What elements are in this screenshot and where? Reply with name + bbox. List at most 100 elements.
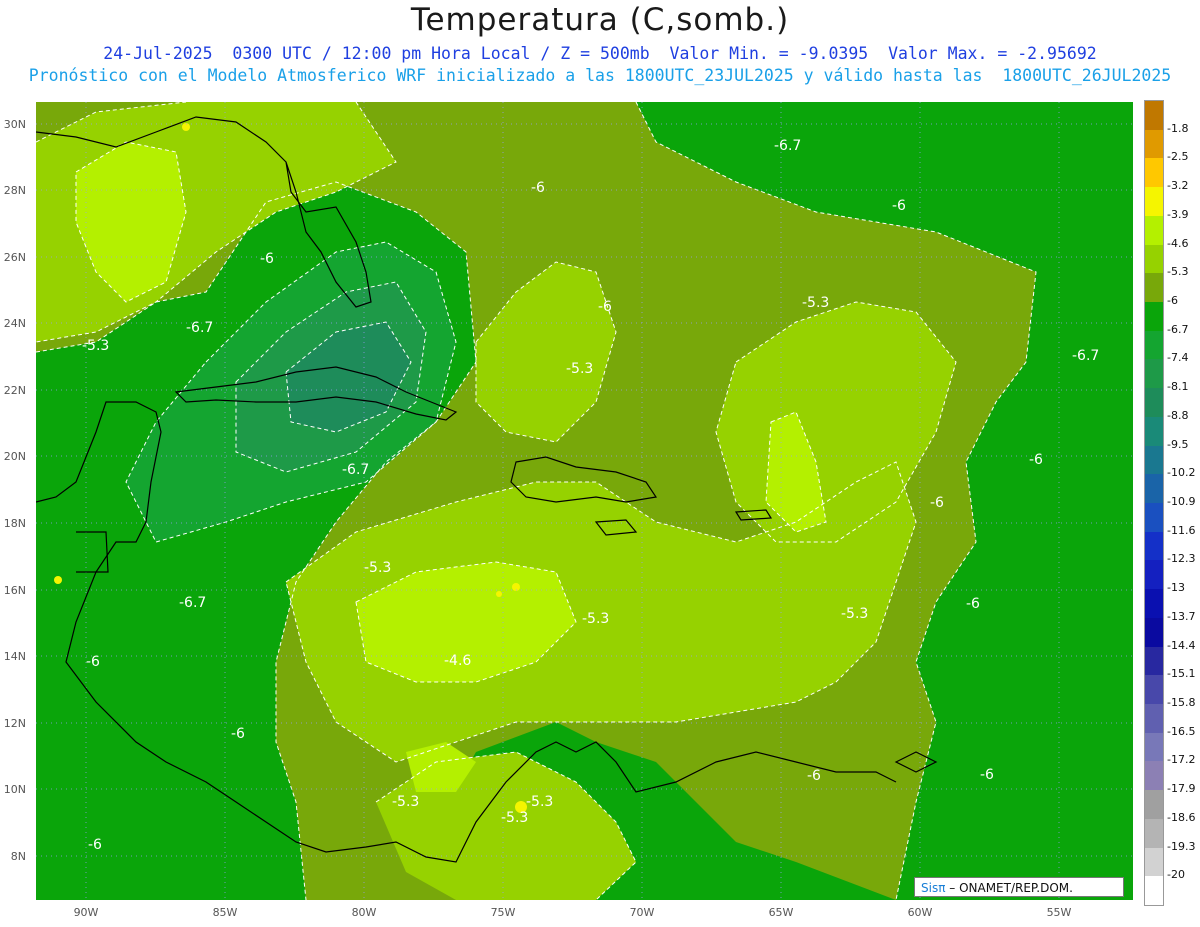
colorbar-swatch bbox=[1145, 330, 1163, 360]
contour-label: -6 bbox=[86, 654, 100, 670]
contour-label: -6 bbox=[88, 837, 102, 853]
colorbar-swatch bbox=[1145, 675, 1163, 705]
lon-label: 70W bbox=[629, 906, 655, 919]
contour-label: -6 bbox=[892, 198, 906, 214]
contour-label: -5.3 bbox=[82, 338, 109, 354]
colorbar-swatch bbox=[1145, 388, 1163, 418]
lon-label: 60W bbox=[907, 906, 933, 919]
colorbar-label: -8.8 bbox=[1167, 408, 1189, 422]
colorbar-label: -19.3 bbox=[1167, 839, 1196, 853]
colorbar-swatch bbox=[1145, 101, 1163, 131]
colorbar bbox=[1144, 100, 1164, 906]
lat-label: 16N bbox=[3, 584, 26, 597]
colorbar-swatch bbox=[1145, 732, 1163, 762]
contour-label: -6.7 bbox=[179, 595, 206, 611]
colorbar-swatch bbox=[1145, 302, 1163, 332]
map-subtitle-valid-time: 24-Jul-2025 0300 UTC / 12:00 pm Hora Loc… bbox=[103, 44, 1097, 63]
colorbar-swatch bbox=[1145, 359, 1163, 389]
colorbar-swatch bbox=[1145, 273, 1163, 303]
colorbar-swatch bbox=[1145, 704, 1163, 734]
lon-label: 90W bbox=[73, 906, 99, 919]
contour-label: -6 bbox=[930, 495, 944, 511]
contour-label: -6 bbox=[980, 767, 994, 783]
colorbar-label: -4.6 bbox=[1167, 236, 1189, 250]
colorbar-swatch bbox=[1145, 818, 1163, 849]
colorbar-swatch bbox=[1145, 589, 1163, 619]
contour-label: -5.3 bbox=[566, 361, 593, 377]
lat-label: 30N bbox=[3, 118, 26, 131]
temperature-map: -6.7 -6 -6 -6 -5.3 -6 -6.7 -5.3 -6.7 -5.… bbox=[36, 102, 1133, 900]
colorbar-swatch bbox=[1145, 646, 1163, 676]
contour-label: -5.3 bbox=[802, 295, 829, 311]
colorbar-swatch bbox=[1145, 129, 1163, 159]
colorbar-label: -6.7 bbox=[1167, 322, 1189, 336]
colorbar-label: -10.2 bbox=[1167, 466, 1196, 480]
lon-label: 85W bbox=[212, 906, 238, 919]
lat-label: 28N bbox=[3, 184, 26, 197]
contour-label: -6 bbox=[231, 726, 245, 742]
colorbar-label: -8.1 bbox=[1167, 380, 1189, 394]
lat-label: 10N bbox=[3, 783, 26, 796]
lat-label: 18N bbox=[3, 517, 26, 530]
contour-label: -6 bbox=[531, 180, 545, 196]
colorbar-label: -7.4 bbox=[1167, 351, 1189, 365]
map-subtitle-model-info: Pronóstico con el Modelo Atmosferico WRF… bbox=[28, 66, 1172, 85]
colorbar-swatch bbox=[1145, 876, 1163, 906]
colorbar-swatch bbox=[1145, 560, 1163, 590]
map-canvas: -6.7 -6 -6 -6 -5.3 -6 -6.7 -5.3 -6.7 -5.… bbox=[36, 102, 1133, 900]
colorbar-swatch bbox=[1145, 531, 1163, 561]
contour-label: -6 bbox=[966, 596, 980, 612]
lat-label: 26N bbox=[3, 251, 26, 264]
contour-label: -5.3 bbox=[501, 810, 528, 826]
colorbar-label: -20 bbox=[1167, 868, 1185, 882]
lon-label: 55W bbox=[1046, 906, 1072, 919]
lon-label: 65W bbox=[768, 906, 794, 919]
sis-logo-text: Sisπ bbox=[921, 881, 946, 895]
colorbar-label: -12.3 bbox=[1167, 552, 1196, 566]
contour-label: -6 bbox=[807, 768, 821, 784]
lon-label: 80W bbox=[351, 906, 377, 919]
lat-label: 22N bbox=[3, 384, 26, 397]
contour-label: -6.7 bbox=[186, 320, 213, 336]
colorbar-label: -9.5 bbox=[1167, 437, 1189, 451]
colorbar-label: -1.8 bbox=[1167, 121, 1189, 135]
colorbar-swatch bbox=[1145, 617, 1163, 648]
credit-box: Sisπ – ONAMET/REP.DOM. bbox=[914, 877, 1124, 897]
contour-label: -5.3 bbox=[582, 611, 609, 627]
colorbar-swatch bbox=[1145, 244, 1163, 274]
colorbar-label: -2.5 bbox=[1167, 150, 1189, 164]
lat-label: 24N bbox=[3, 317, 26, 330]
contour-label: -5.3 bbox=[526, 794, 553, 810]
contour-label: -6 bbox=[598, 299, 612, 315]
colorbar-swatch bbox=[1145, 416, 1163, 447]
colorbar-label: -17.2 bbox=[1167, 753, 1196, 767]
lat-label: 20N bbox=[3, 450, 26, 463]
lat-label: 12N bbox=[3, 717, 26, 730]
colorbar-label: -6 bbox=[1167, 294, 1178, 307]
colorbar-label: -13 bbox=[1167, 581, 1185, 595]
colorbar-swatch bbox=[1145, 187, 1163, 217]
colorbar-label: -14.4 bbox=[1167, 638, 1196, 652]
contour-label: -5.3 bbox=[841, 606, 868, 622]
colorbar-swatch bbox=[1145, 790, 1163, 820]
contour-label: -5.3 bbox=[392, 794, 419, 810]
colorbar-label: -13.7 bbox=[1167, 609, 1196, 623]
contour-label: -6.7 bbox=[1072, 348, 1099, 364]
colorbar-swatch bbox=[1145, 215, 1163, 246]
colorbar-label: -18.6 bbox=[1167, 810, 1196, 824]
colorbar-swatch bbox=[1145, 445, 1163, 475]
contour-label: -6.7 bbox=[774, 138, 801, 154]
contour-label: -4.6 bbox=[444, 653, 471, 669]
colorbar-label: -15.8 bbox=[1167, 696, 1196, 709]
colorbar-label: -16.5 bbox=[1167, 724, 1196, 738]
lat-label: 8N bbox=[10, 850, 26, 863]
lon-label: 75W bbox=[490, 906, 516, 919]
contour-label: -6 bbox=[260, 251, 274, 267]
colorbar-label: -3.9 bbox=[1167, 207, 1189, 221]
colorbar-label: -15.1 bbox=[1167, 667, 1196, 681]
colorbar-swatch bbox=[1145, 503, 1163, 533]
contour-label: -5.3 bbox=[364, 560, 391, 576]
map-title: Temperatura (C,somb.) bbox=[410, 2, 790, 38]
credit-text: – ONAMET/REP.DOM. bbox=[945, 881, 1073, 895]
colorbar-swatch bbox=[1145, 761, 1163, 791]
